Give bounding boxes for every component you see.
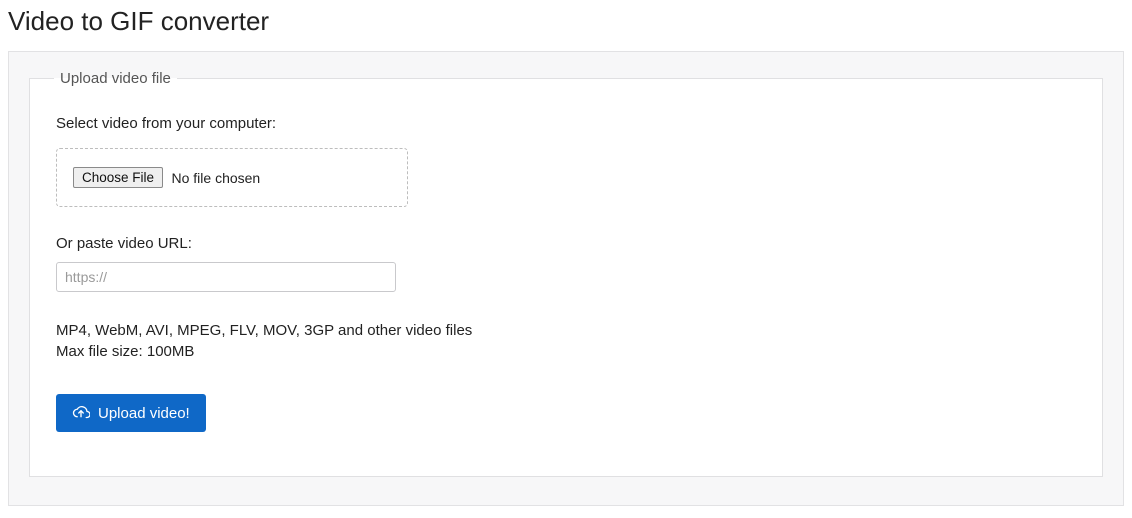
- upload-button-label: Upload video!: [98, 405, 190, 422]
- file-status-text: No file chosen: [172, 170, 261, 186]
- select-video-label: Select video from your computer:: [56, 115, 1076, 132]
- fieldset-legend: Upload video file: [54, 70, 177, 87]
- upload-panel: Upload video file Select video from your…: [8, 51, 1124, 506]
- max-file-size-text: Max file size: 100MB: [56, 343, 1076, 360]
- url-label: Or paste video URL:: [56, 235, 1076, 252]
- cloud-upload-icon: [72, 404, 90, 422]
- video-url-input[interactable]: [56, 262, 396, 292]
- upload-fieldset: Upload video file Select video from your…: [29, 70, 1103, 477]
- supported-formats-text: MP4, WebM, AVI, MPEG, FLV, MOV, 3GP and …: [56, 322, 1076, 339]
- choose-file-button[interactable]: Choose File: [73, 167, 163, 188]
- page-title: Video to GIF converter: [8, 6, 1124, 37]
- upload-video-button[interactable]: Upload video!: [56, 394, 206, 432]
- file-drop-area[interactable]: Choose File No file chosen: [56, 148, 408, 207]
